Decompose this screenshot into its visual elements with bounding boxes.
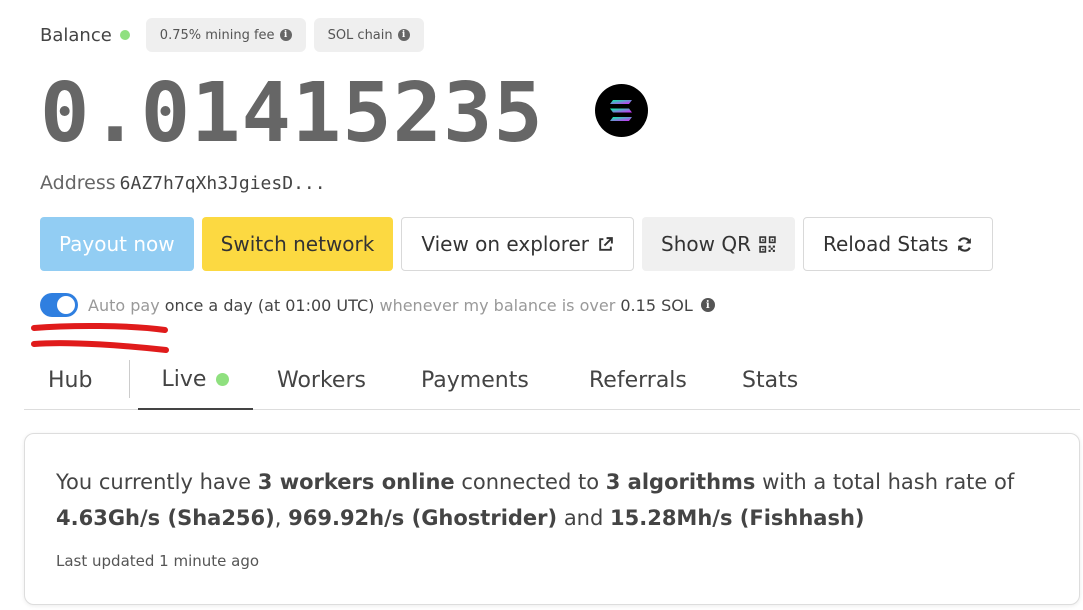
tab-payments-label: Payments [421,367,529,393]
tab-stats[interactable]: Stats [742,350,798,410]
tab-workers-label: Workers [277,367,366,393]
summary-text: connected to [454,470,606,494]
mining-fee-text: 0.75% mining fee [159,27,275,43]
workers-online-count: 3 workers online [257,470,455,494]
mining-fee-badge[interactable]: 0.75% mining fee i [145,18,306,52]
tab-hub[interactable]: Hub [48,350,92,410]
explorer-label: View on explorer [421,232,590,256]
live-summary-card: You currently have 3 workers online conn… [24,433,1080,605]
auto-pay-condition: whenever my balance is over [379,295,616,315]
auto-pay-setting: Auto pay once a day (at 01:00 UTC) whene… [40,293,715,317]
last-updated-text: Last updated 1 minute ago [56,552,260,570]
tab-live-label: Live [161,366,207,392]
switch-network-button[interactable]: Switch network [201,217,394,271]
tab-referrals[interactable]: Referrals [589,350,687,410]
info-icon: i [397,29,410,41]
address-value[interactable]: 6AZ7h7qXh3JgiesD... [120,173,326,194]
payout-label: Payout now [59,232,175,256]
show-qr-button[interactable]: Show QR [642,217,795,271]
tab-bar: Hub Live Workers Payments Referrals Stat… [24,350,1080,410]
wallet-address: Address 6AZ7h7qXh3JgiesD... [40,172,326,194]
summary-text: , [274,506,289,530]
algorithms-count: 3 algorithms [605,470,756,494]
chain-text: SOL chain [327,27,393,43]
payout-now-button[interactable]: Payout now [40,217,194,271]
qr-label: Show QR [661,232,751,256]
balance-amount: 0.01415235 [40,66,544,161]
tab-referrals-label: Referrals [589,367,687,393]
switch-label: Switch network [220,232,375,256]
hashrate-sha256: 4.63Gh/s (Sha256) [56,506,275,530]
action-buttons: Payout now Switch network View on explor… [40,217,1001,271]
auto-pay-schedule[interactable]: once a day (at 01:00 UTC) [165,296,375,315]
balance-label: Balance [40,24,112,46]
balance-header: Balance 0.75% mining fee i SOL chain i [40,18,432,52]
solana-logo-icon [595,84,648,137]
live-status-dot-icon [216,372,230,386]
tab-payments[interactable]: Payments [421,350,529,410]
tab-live[interactable]: Live [138,350,253,410]
chain-badge[interactable]: SOL chain i [313,18,424,52]
view-on-explorer-button[interactable]: View on explorer [401,217,635,271]
hashrate-ghostrider: 969.92h/s (Ghostrider) [288,506,558,530]
reload-label: Reload Stats [823,232,949,256]
hashrate-fishhash: 15.28Mh/s (Fishhash) [610,506,865,530]
reload-stats-button[interactable]: Reload Stats [803,217,994,271]
tab-divider [129,360,130,398]
info-icon[interactable]: i [700,298,715,312]
summary-text: and [557,506,610,530]
auto-pay-toggle[interactable] [40,293,78,317]
tab-stats-label: Stats [742,367,799,393]
tab-hub-label: Hub [48,367,93,393]
external-link-icon [599,236,613,251]
address-label: Address [40,172,116,194]
info-icon: i [279,29,292,41]
auto-pay-label: Auto pay [88,295,160,315]
tab-workers[interactable]: Workers [277,350,366,410]
summary-text: You currently have [56,470,258,494]
status-dot-icon [119,30,130,40]
summary-text: with a total hash rate of [755,470,1015,494]
qr-code-icon [759,235,776,253]
refresh-icon [958,236,972,252]
auto-pay-threshold[interactable]: 0.15 SOL [620,296,692,315]
live-summary-text: You currently have 3 workers online conn… [56,464,1056,536]
